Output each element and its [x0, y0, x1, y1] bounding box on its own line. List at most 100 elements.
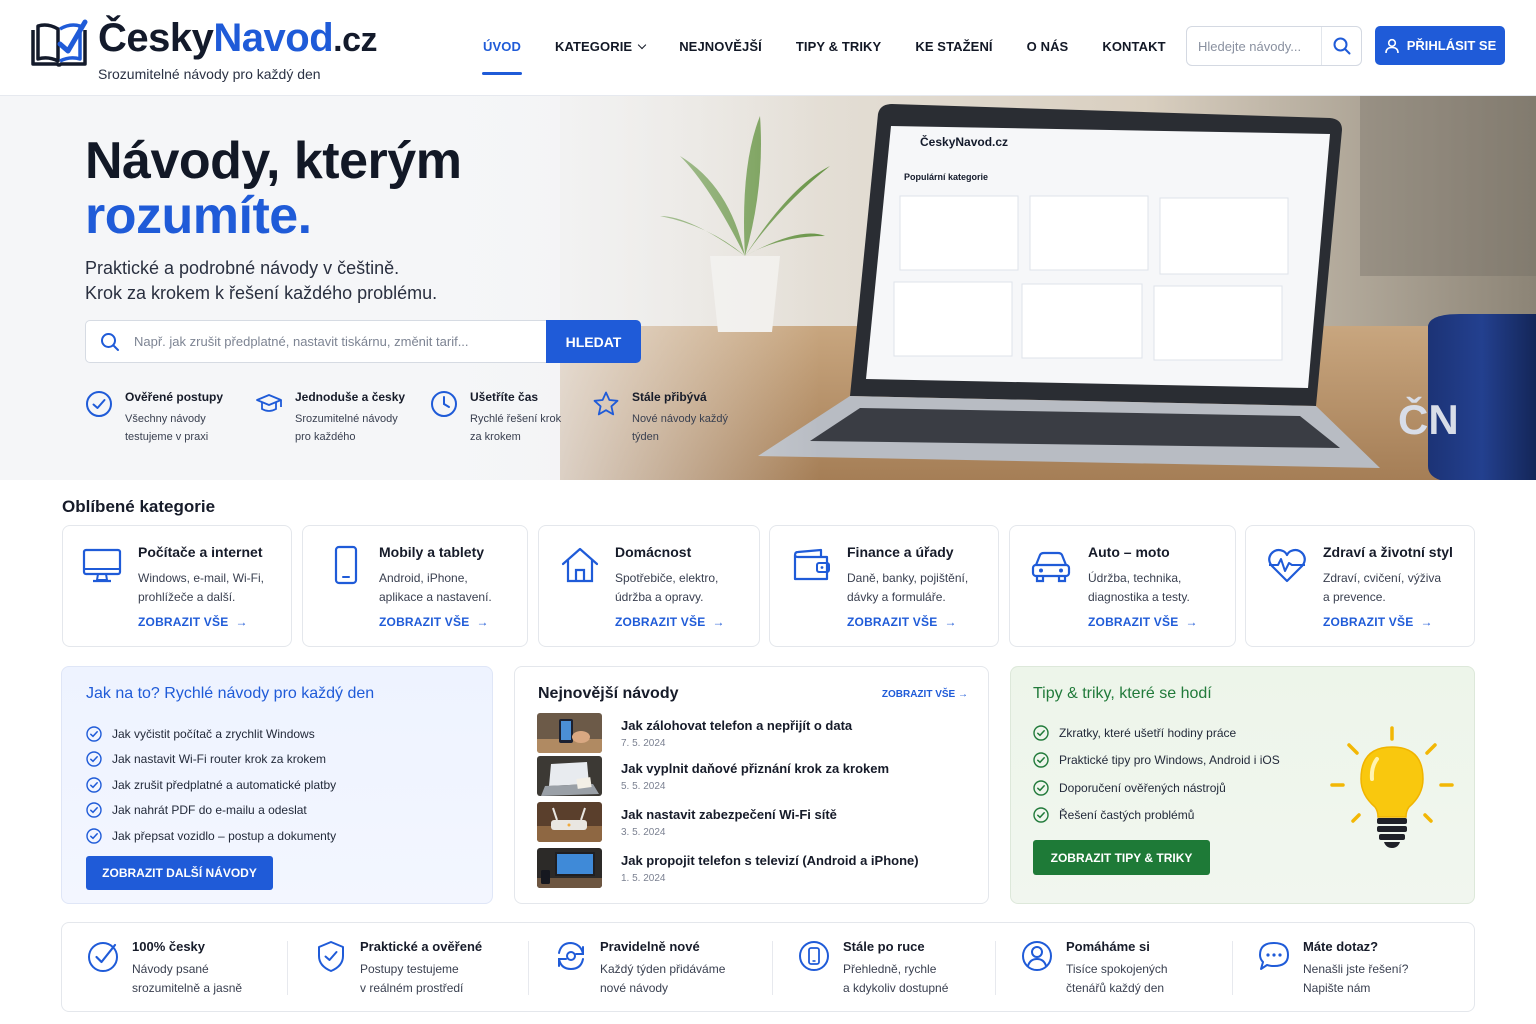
- check-circle-icon: [86, 751, 102, 767]
- latest-guides-title: Nejnovější návody: [538, 685, 679, 702]
- feature-title: Ušetříte čas: [470, 390, 539, 404]
- category-desc-line1: Android, iPhone,: [379, 571, 468, 585]
- check-circle-icon: [1033, 807, 1049, 823]
- categories-heading: Oblíbené kategorie: [62, 497, 216, 516]
- feature-title: Jednoduše a česky: [295, 390, 406, 404]
- feature-text-line1: Srozumitelné návody: [295, 413, 398, 425]
- nav-nejnovejsi[interactable]: NEJNOVĚJŠÍ: [662, 30, 779, 63]
- category-link[interactable]: ZOBRAZIT VŠE →: [1088, 615, 1198, 629]
- category-desc-line1: Daně, banky, pojištění,: [847, 571, 969, 585]
- nav-kategorie[interactable]: KATEGORIE: [538, 30, 662, 63]
- category-title: Mobily a tablety: [379, 544, 485, 560]
- category-card-pocitace[interactable]: Počítače a internet Windows, e-mail, Wi-F…: [62, 525, 292, 647]
- news-item[interactable]: Jak vyplnit daňové přiznání krok za krok…: [537, 756, 967, 796]
- benefit-text-line1: Postupy testujeme: [360, 962, 459, 976]
- list-item: Zkratky, které ušetří hodiny práce: [1033, 719, 1280, 747]
- header-search-button[interactable]: [1321, 27, 1361, 65]
- category-link[interactable]: ZOBRAZIT VŠE →: [1323, 615, 1433, 629]
- feature-text-line2: pro každého: [295, 431, 356, 443]
- hero-search-input[interactable]: [134, 334, 546, 349]
- quick-guides-title: Jak na to? Rychlé návody pro každý den: [86, 685, 375, 702]
- nav-o-nas[interactable]: O NÁS: [1010, 30, 1086, 63]
- benefit-text-line2: čtenářů každý den: [1066, 981, 1165, 995]
- latest-guides-panel: Nejnovější návody ZOBRAZIT VŠE → Jak zál…: [514, 666, 989, 904]
- list-item[interactable]: Jak přepsat vozidlo – postup a dokumenty: [86, 823, 336, 849]
- feature-usetrite-cas: Ušetříte čas Rychlé řešení krok za krokem: [430, 390, 592, 446]
- site-logo[interactable]: ČeskyNavod.cz Srozumitelné návody pro ka…: [30, 18, 377, 82]
- benefit-text-line1: Nenašli jste řešení?: [1303, 962, 1409, 976]
- check-circle-icon: [1033, 780, 1049, 796]
- check-circle-icon: [86, 828, 102, 844]
- category-link[interactable]: ZOBRAZIT VŠE →: [138, 615, 248, 629]
- nav-kontakt[interactable]: KONTAKT: [1085, 30, 1182, 63]
- news-item[interactable]: Jak nastavit zabezpečení Wi-Fi sítě 3. 5…: [537, 802, 967, 842]
- logo-tagline: Srozumitelné návody pro každý den: [98, 66, 321, 82]
- hero-title: Návody, kterým rozumíte.: [85, 132, 462, 245]
- news-date: 1. 5. 2024: [621, 873, 666, 884]
- divider: [995, 941, 996, 995]
- list-item[interactable]: Jak nahrát PDF do e-mailu a odeslat: [86, 798, 336, 824]
- category-desc-line2: a prevence.: [1323, 590, 1386, 604]
- category-title: Auto – moto: [1088, 544, 1170, 560]
- monitor-icon: [82, 548, 122, 583]
- category-link[interactable]: ZOBRAZIT VŠE →: [379, 615, 489, 629]
- news-date: 3. 5. 2024: [621, 827, 666, 838]
- nav-tipy-triky[interactable]: TIPY & TRIKY: [779, 30, 898, 63]
- header-search-input[interactable]: [1187, 38, 1321, 54]
- divider: [287, 941, 288, 995]
- car-icon: [1031, 551, 1071, 583]
- thumbnail-router-image: [537, 802, 602, 842]
- category-card-mobily[interactable]: Mobily a tablety Android, iPhone, aplikace…: [302, 525, 528, 647]
- hero-search-button[interactable]: HLEDAT: [546, 320, 641, 363]
- clock-icon: [431, 391, 457, 417]
- category-link[interactable]: ZOBRAZIT VŠE →: [615, 615, 725, 629]
- category-link[interactable]: ZOBRAZIT VŠE →: [847, 615, 957, 629]
- logo-book-check-icon: [30, 18, 88, 70]
- nav-ke-stazeni[interactable]: KE STAŽENÍ: [898, 30, 1009, 63]
- category-title: Počítače a internet: [138, 544, 263, 560]
- feature-text-line1: Všechny návody: [125, 413, 206, 425]
- tips-button[interactable]: ZOBRAZIT TIPY & TRIKY: [1033, 840, 1210, 875]
- feature-stale-pribyva: Stále přibývá Nové návody každý týden: [592, 390, 752, 446]
- user-icon: [1384, 38, 1399, 53]
- benefit-item: Pomáháme si Tisíce spokojených čtenářů kaž…: [1020, 939, 1168, 998]
- check-circle-icon: [1033, 752, 1049, 768]
- chevron-down-icon: [637, 40, 647, 50]
- latest-show-all-link[interactable]: ZOBRAZIT VŠE →: [882, 689, 968, 700]
- category-card-zdravi[interactable]: Zdraví a životní styl Zdraví, cvičení, vý…: [1245, 525, 1475, 647]
- benefits-strip: 100% česky Návody psané srozumitelně a jas…: [61, 922, 1475, 1012]
- category-desc-line1: Údržba, technika,: [1088, 571, 1182, 585]
- hero-title-line1: Návody, kterým: [85, 132, 462, 190]
- login-button[interactable]: PŘIHLÁSIT SE: [1375, 26, 1505, 65]
- benefit-item: Máte dotaz? Nenašli jste řešení? Napište n…: [1257, 939, 1408, 998]
- benefit-item: Praktické a ověřené Postupy testujeme v re…: [314, 939, 482, 998]
- category-desc-line2: aplikace a nastavení.: [379, 590, 492, 604]
- nav-uvod[interactable]: ÚVOD: [466, 30, 538, 75]
- category-card-auto[interactable]: Auto – moto Údržba, technika, diagnostika …: [1009, 525, 1236, 647]
- list-item[interactable]: Jak vyčistit počítač a zrychlit Windows: [86, 721, 336, 747]
- heart-pulse-icon: [1268, 548, 1306, 583]
- feature-jednoduse-cesky: Jednoduše a česky Srozumitelné návody pro …: [255, 390, 430, 446]
- news-item[interactable]: Jak zálohovat telefon a nepřijít o data …: [537, 713, 967, 753]
- hero-title-line2: rozumíte.: [85, 187, 312, 245]
- category-card-domacnost[interactable]: Domácnost Spotřebiče, elektro, údržba a op…: [538, 525, 760, 647]
- category-card-finance[interactable]: Finance a úřady Daně, banky, pojištění, dá…: [769, 525, 999, 647]
- feature-title: Ověřené postupy: [125, 390, 224, 404]
- category-title: Domácnost: [615, 544, 692, 560]
- hero-subtitle-line1: Praktické a podrobné návody v češtině.: [85, 258, 400, 278]
- user-icon: [1022, 941, 1052, 971]
- more-guides-button[interactable]: ZOBRAZIT DALŠÍ NÁVODY: [86, 856, 273, 890]
- list-item[interactable]: Jak zrušit předplatné a automatické plat…: [86, 772, 336, 798]
- list-item: Praktické tipy pro Windows, Android i iO…: [1033, 747, 1280, 775]
- benefit-title: Pomáháme si: [1066, 939, 1150, 954]
- tips-title: Tipy & triky, které se hodí: [1033, 685, 1212, 702]
- news-item[interactable]: Jak propojit telefon s televizí (Android…: [537, 848, 967, 888]
- news-date: 7. 5. 2024: [621, 738, 666, 749]
- wallet-icon: [793, 548, 830, 581]
- svg-text:Populární kategorie: Populární kategorie: [904, 172, 988, 182]
- news-date: 5. 5. 2024: [621, 781, 666, 792]
- category-desc-line1: Spotřebiče, elektro,: [615, 571, 719, 585]
- tips-panel: Tipy & triky, které se hodí Zkratky, kte…: [1010, 666, 1475, 904]
- list-item[interactable]: Jak nastavit Wi-Fi router krok za krokem: [86, 747, 336, 773]
- site-header: ČeskyNavod.cz Srozumitelné návody pro ka…: [0, 0, 1536, 96]
